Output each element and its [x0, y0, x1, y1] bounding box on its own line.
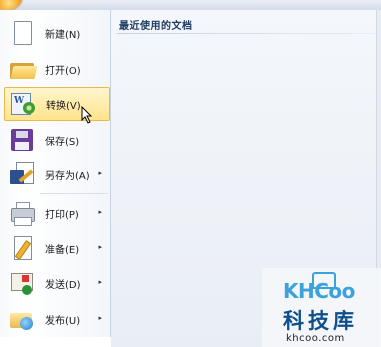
menu-item-label: 准备(E) — [45, 244, 80, 256]
menu-item-label: 保存(S) — [45, 136, 80, 148]
watermark-name: 科技库 — [283, 309, 358, 333]
menu-item-open[interactable]: 打开(O) — [4, 53, 108, 85]
recent-documents-title: 最近使用的文档 — [119, 21, 193, 32]
menu-item-prepare[interactable]: 准备(E) ▸ — [4, 232, 108, 264]
menu-item-send[interactable]: 发送(D) ▸ — [4, 267, 108, 299]
menu-item-label: 打印(P) — [45, 209, 79, 221]
menu-item-publish[interactable]: 发布(U) ▸ — [4, 303, 108, 335]
menu-item-label: 转换(V) — [46, 100, 81, 112]
menu-item-label: 发送(D) — [45, 279, 81, 291]
watermark-logo: KHCoo — [283, 279, 355, 303]
recent-divider — [117, 33, 375, 34]
printer-icon — [8, 199, 36, 227]
prepare-icon — [8, 234, 36, 262]
watermark-url: khcoo.com — [286, 333, 345, 344]
menu-item-label: 另存为(A) — [45, 170, 90, 182]
menu-item-label: 新建(N) — [45, 29, 81, 41]
send-icon — [8, 269, 36, 297]
submenu-arrow-icon: ▸ — [98, 314, 102, 322]
menu-item-save-as[interactable]: 另存为(A) ▸ — [4, 158, 108, 190]
open-folder-icon — [8, 55, 38, 83]
new-document-icon — [8, 19, 36, 47]
submenu-arrow-icon: ▸ — [98, 278, 102, 286]
mouse-cursor-icon — [81, 106, 93, 124]
save-as-icon — [8, 160, 36, 188]
menu-item-convert[interactable]: W 转换(V) — [4, 87, 110, 121]
publish-icon — [8, 305, 36, 333]
menu-item-print[interactable]: 打印(P) ▸ — [4, 197, 108, 229]
menu-item-label: 打开(O) — [45, 65, 81, 77]
submenu-arrow-icon: ▸ — [98, 208, 102, 216]
convert-icon: W — [9, 90, 37, 118]
submenu-arrow-icon: ▸ — [98, 243, 102, 251]
submenu-arrow-icon: ▸ — [98, 169, 102, 177]
save-icon — [8, 126, 36, 154]
menu-item-label: 发布(U) — [45, 315, 81, 327]
menu-item-save[interactable]: 保存(S) — [4, 124, 108, 156]
menu-separator — [40, 193, 108, 194]
menu-item-new[interactable]: 新建(N) — [4, 17, 108, 49]
